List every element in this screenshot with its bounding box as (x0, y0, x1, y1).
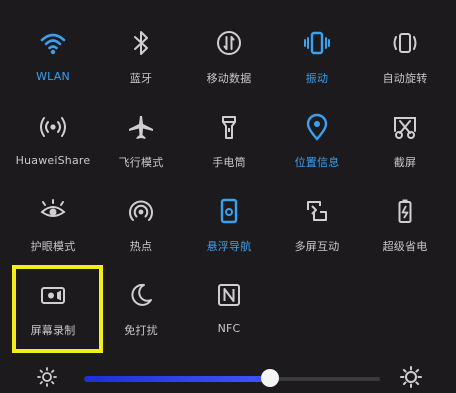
tile-label: HuaweiShare (15, 154, 91, 167)
tile-eye-comfort[interactable]: 护眼模式 (11, 190, 95, 260)
tile-do-not-disturb[interactable]: 免打扰 (99, 274, 183, 344)
vibrate-icon (302, 28, 332, 58)
tile-label: 截屏 (393, 156, 417, 169)
hotspot-icon (126, 196, 156, 226)
tile-flashlight[interactable]: 手电筒 (187, 106, 271, 176)
tile-label: 蓝牙 (129, 72, 153, 85)
mobile-data-icon (214, 28, 244, 58)
flashlight-icon (214, 112, 244, 142)
tile-label: 手电筒 (212, 156, 246, 169)
tile-label: 振动 (305, 72, 329, 85)
nfc-icon (214, 280, 244, 310)
tile-label: WLAN (36, 70, 70, 83)
screenshot-icon (390, 112, 420, 142)
tile-label: 飞行模式 (118, 156, 164, 169)
tile-label: 移动数据 (206, 72, 252, 85)
tile-huawei-share[interactable]: HuaweiShare (11, 106, 95, 176)
do-not-disturb-icon (126, 280, 156, 310)
tile-label: 护眼模式 (30, 240, 76, 253)
battery-saver-icon (390, 196, 420, 226)
tile-wlan[interactable]: WLAN (11, 22, 95, 92)
tile-multi-screen[interactable]: 多屏互动 (275, 190, 359, 260)
tile-screenshot[interactable]: 截屏 (363, 106, 447, 176)
tile-label: 自动旋转 (382, 72, 428, 85)
floating-nav-icon (214, 196, 244, 226)
tile-label: NFC (217, 322, 241, 335)
tile-mobile-data[interactable]: 移动数据 (187, 22, 271, 92)
airplane-icon (126, 112, 156, 142)
auto-rotate-icon (390, 28, 420, 58)
wifi-icon (38, 28, 68, 58)
tile-label: 多屏互动 (294, 240, 340, 253)
eye-comfort-icon (38, 196, 68, 226)
brightness-low-icon (37, 367, 57, 387)
tile-label: 热点 (129, 240, 153, 253)
tile-airplane[interactable]: 飞行模式 (99, 106, 183, 176)
tile-label: 位置信息 (294, 156, 340, 169)
tile-label: 免打扰 (124, 324, 158, 337)
multi-screen-icon (302, 196, 332, 226)
tile-floating-nav[interactable]: 悬浮导航 (187, 190, 271, 260)
tile-nfc[interactable]: NFC (187, 274, 271, 344)
tile-location[interactable]: 位置信息 (275, 106, 359, 176)
bluetooth-icon (126, 28, 156, 58)
tile-label: 悬浮导航 (206, 240, 252, 253)
huawei-share-icon (38, 112, 68, 142)
slider-fill (84, 376, 270, 382)
brightness-high-icon (400, 366, 422, 388)
tile-label: 超级省电 (382, 240, 428, 253)
location-icon (302, 112, 332, 142)
tile-hotspot[interactable]: 热点 (99, 190, 183, 260)
tile-auto-rotate[interactable]: 自动旋转 (363, 22, 447, 92)
tile-bluetooth[interactable]: 蓝牙 (99, 22, 183, 92)
tile-vibrate[interactable]: 振动 (275, 22, 359, 92)
brightness-slider[interactable] (0, 360, 456, 393)
slider-thumb[interactable] (261, 369, 279, 387)
highlight-box (12, 265, 103, 353)
tile-battery-saver[interactable]: 超级省电 (363, 190, 447, 260)
